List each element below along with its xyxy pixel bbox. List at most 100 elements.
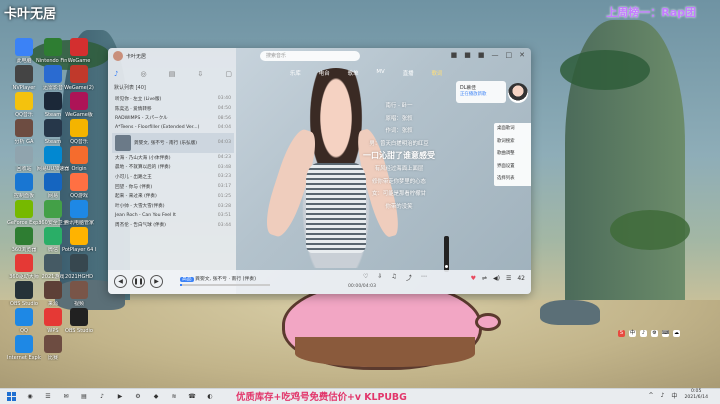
side-menu-item[interactable]: 选择列表 xyxy=(494,173,531,186)
user-avatar[interactable] xyxy=(113,51,123,61)
taskbar-app-icon[interactable]: ⚙ xyxy=(132,391,144,403)
tab-MV[interactable]: MV xyxy=(376,69,384,77)
song-row[interactable]: 晨地 - 不就算以后的 (伴奏) 03:48 xyxy=(112,162,234,172)
taskbar-app-icon[interactable]: ◆ xyxy=(150,391,162,403)
song-row[interactable]: A*Teens - Floorfiller (Extended Ver...) 0… xyxy=(112,123,234,133)
tool-icon[interactable]: ⤴ xyxy=(406,273,412,282)
taskbar-app-icon[interactable]: ☎ xyxy=(186,391,198,403)
desktop-icon[interactable]: QQ游戏 xyxy=(62,173,96,199)
search-input[interactable]: 搜索音乐 xyxy=(260,51,360,61)
nav-icon[interactable]: ⇩ xyxy=(197,70,203,78)
tray-icon[interactable]: ☁ xyxy=(673,330,680,337)
taskbar-app-icon[interactable]: ◉ xyxy=(24,391,36,403)
playback-button[interactable]: ▶ xyxy=(150,275,163,288)
tab-歌单[interactable]: 歌单 xyxy=(348,69,359,77)
tray-icon[interactable]: ⌨ xyxy=(662,330,669,337)
streamer-name: 卡叶无居 xyxy=(4,7,57,22)
player-tool-icon[interactable]: ☰ xyxy=(506,275,511,282)
desktop-icon[interactable]: WeGame xyxy=(62,38,96,64)
taskbar-app-icon[interactable]: ♪ xyxy=(96,391,108,403)
tool-icon[interactable]: ♡ xyxy=(363,273,368,282)
song-row[interactable]: 周杰伦 - 告白气球 (伴奏) 03:44 xyxy=(112,221,234,231)
tray-icon[interactable]: ⚙ xyxy=(651,330,658,337)
start-button[interactable] xyxy=(4,390,18,404)
tool-icon[interactable]: ⇩ xyxy=(377,273,382,282)
desktop-icon[interactable]: WeGame(2) xyxy=(62,65,96,91)
player-tool-icon[interactable]: ◀) xyxy=(493,275,500,282)
username[interactable]: 卡叶无居 xyxy=(126,53,146,60)
song-row[interactable]: 起来 - 来过来 (伴奏) 01:25 xyxy=(112,192,234,202)
song-row[interactable]: 龚婴文, 张不亏 - 南行 (乐弘版) 04:03 xyxy=(112,132,234,153)
tray-icon[interactable]: 中 xyxy=(671,391,677,400)
playback-button[interactable]: ❚❚ xyxy=(132,275,145,288)
tab-直播[interactable]: 直播 xyxy=(403,69,414,77)
side-menu-item[interactable]: 歌词搜索 xyxy=(494,136,531,149)
clock[interactable]: 0:05 2021/6/14 xyxy=(684,389,708,401)
tray-icon[interactable]: ♪ xyxy=(661,392,665,399)
window-button[interactable]: ■ xyxy=(478,51,485,59)
music-player-window[interactable]: 卡叶无居 搜索音乐 ■ ■ ■ — □ ✕ ♪ ◎ ▤ ⇩ ▢ 默认列表 [40] 听见你 · 左… xyxy=(108,48,531,294)
heart-icon[interactable]: ♥ xyxy=(471,275,476,282)
tab-歌词[interactable]: 歌词 xyxy=(432,69,443,77)
desktop-icon[interactable]: 视频 xyxy=(62,281,96,307)
nav-icon[interactable]: ♪ xyxy=(114,70,118,78)
desktop-icon-label: QQ音乐 xyxy=(70,139,88,145)
song-title: 晨地 - 不就算以后的 (伴奏) xyxy=(115,165,171,171)
desktop-icon[interactable]: PotPlayer 64 bit xyxy=(62,227,96,253)
progress-bar[interactable] xyxy=(180,284,270,286)
nav-icon[interactable]: ▤ xyxy=(169,70,176,78)
tab-乐库[interactable]: 乐库 xyxy=(290,69,301,77)
window-button[interactable]: ✕ xyxy=(519,51,525,59)
nav-icon[interactable]: ▢ xyxy=(225,70,232,78)
app-icon xyxy=(15,38,33,56)
song-row[interactable]: Jean Roch - Can You Feel It 03:51 xyxy=(112,211,234,221)
nav-icon[interactable]: ◎ xyxy=(141,70,147,78)
volume-count: 42 xyxy=(517,275,525,282)
taskbar-app-icon[interactable]: ≋ xyxy=(168,391,180,403)
tray-icon[interactable]: ^ xyxy=(649,392,654,399)
song-duration: 01:25 xyxy=(217,193,231,199)
desktop-icon[interactable]: 腾讯电脑管家 xyxy=(62,200,96,226)
taskbar-app-icon[interactable]: ▶ xyxy=(114,391,126,403)
window-button[interactable]: ■ xyxy=(464,51,471,59)
song-row[interactable]: 陈奕迅 · 爱情转移 04:50 xyxy=(112,104,234,114)
playlist-title[interactable]: 默认列表 [40] xyxy=(114,84,146,91)
taskbar-app-icon[interactable]: ▤ xyxy=(78,391,90,403)
taskbar-app-icon[interactable]: ☰ xyxy=(42,391,54,403)
song-row[interactable]: RADWIMPS - スパークル 08:56 xyxy=(112,113,234,123)
song-row[interactable]: 听见你 · 左立 (Live版) 03:40 xyxy=(112,94,234,104)
desktop-icon[interactable]: QQ音乐 xyxy=(62,119,96,145)
tray-icon[interactable]: ♪ xyxy=(640,330,647,337)
song-row[interactable]: 叶小帅 - 大雪大雪(伴奏) 03:28 xyxy=(112,201,234,211)
desktop-icon[interactable]: 比赛 xyxy=(36,335,70,361)
tool-icon[interactable]: ⋯ xyxy=(421,273,427,282)
side-menu-item[interactable]: 桌面歌词 xyxy=(494,123,531,136)
tab-电台[interactable]: 电台 xyxy=(319,69,330,77)
song-row[interactable]: 大海 - 乃山大海 (小体伴奏) 04:23 xyxy=(112,153,234,163)
singer-avatar[interactable] xyxy=(508,83,528,103)
desktop-icon[interactable]: 2021HGHD xyxy=(62,254,96,280)
tool-icon[interactable]: ♫ xyxy=(391,273,396,282)
window-button[interactable]: — xyxy=(492,51,499,59)
desktop-icon[interactable]: OBS Studio xyxy=(62,308,96,334)
now-playing: 高品 龚婴文, 张不亏 · 南行 (伴奏) xyxy=(180,275,256,282)
side-menu-item[interactable]: 歌曲调整 xyxy=(494,148,531,161)
taskbar-app-icon[interactable]: ✉ xyxy=(60,391,72,403)
song-row[interactable]: 小可儿 - 出路之王 03:23 xyxy=(112,172,234,182)
app-icon xyxy=(44,281,62,299)
window-button[interactable]: ■ xyxy=(451,51,458,59)
song-title: 小可儿 - 出路之王 xyxy=(115,174,152,180)
player-tool-icon[interactable]: ⇌ xyxy=(482,275,487,282)
app-icon xyxy=(15,308,33,326)
taskbar-app-icon[interactable]: ◐ xyxy=(204,391,216,403)
quality-badge[interactable]: 高品 xyxy=(180,277,194,282)
tray-icon[interactable]: 中 xyxy=(629,330,636,337)
tray-icon[interactable]: S xyxy=(618,330,625,337)
window-button[interactable]: □ xyxy=(506,51,513,59)
desktop-icon[interactable]: Origin xyxy=(62,146,96,172)
side-menu-item[interactable]: 界面设置 xyxy=(494,161,531,174)
song-row[interactable]: 回望 - 你与 (伴奏) 03:17 xyxy=(112,182,234,192)
desktop-icon[interactable]: WeGame版 xyxy=(62,92,96,118)
volume-slider[interactable] xyxy=(444,236,449,272)
playback-button[interactable]: ◀ xyxy=(114,275,127,288)
